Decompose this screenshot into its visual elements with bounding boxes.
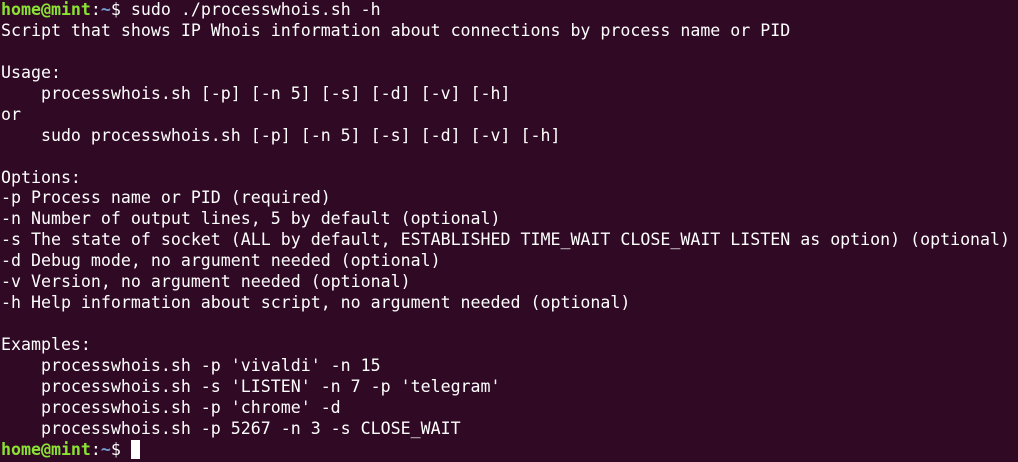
output-line: -n Number of output lines, 5 by default … — [1, 209, 501, 229]
text-cursor[interactable] — [130, 439, 140, 459]
prompt-colon: : — [90, 0, 101, 19]
output-line: -v Version, no argument needed (optional… — [1, 272, 411, 292]
prompt-path: ~ — [100, 439, 111, 459]
prompt-user-host: home@mint — [1, 439, 91, 459]
output-line: Usage: — [1, 62, 61, 82]
prompt-colon: : — [90, 439, 101, 459]
output-line: Options: — [1, 167, 81, 187]
output-line: -p Process name or PID (required) — [1, 188, 331, 208]
output-line: processwhois.sh -p 5267 -n 3 -s CLOSE_WA… — [1, 418, 461, 438]
output-line: -h Help information about script, no arg… — [1, 293, 631, 313]
output-line: Examples: — [1, 335, 91, 354]
output-line: processwhois.sh [-p] [-n 5] [-s] [-d] [-… — [1, 83, 511, 103]
output-line: sudo processwhois.sh [-p] [-n 5] [-s] [-… — [1, 125, 561, 145]
command-text: sudo ./processwhois.sh -h — [130, 0, 381, 19]
output-line: or — [1, 104, 21, 124]
output-line: processwhois.sh -p 'vivaldi' -n 15 — [1, 355, 381, 375]
output-line: -s The state of socket (ALL by default, … — [1, 230, 1011, 250]
prompt-path: ~ — [100, 0, 111, 19]
output-line: processwhois.sh -s 'LISTEN' -n 7 -p 'tel… — [1, 376, 501, 396]
prompt-symbol: $ — [110, 439, 131, 459]
output-line: -d Debug mode, no argument needed (optio… — [1, 251, 441, 271]
prompt-symbol: $ — [110, 0, 131, 19]
active-prompt-line[interactable]: home@mint:~$ — [1, 439, 1018, 461]
output-line: processwhois.sh -p 'chrome' -d — [1, 397, 341, 417]
prompt-line: home@mint:~$ sudo ./processwhois.sh -h — [1, 0, 1018, 21]
output-line: Script that shows IP Whois information a… — [1, 20, 791, 40]
prompt-user-host: home@mint — [1, 0, 91, 19]
terminal-window[interactable]: home@mint:~$ sudo ./processwhois.sh -h S… — [0, 0, 1018, 462]
